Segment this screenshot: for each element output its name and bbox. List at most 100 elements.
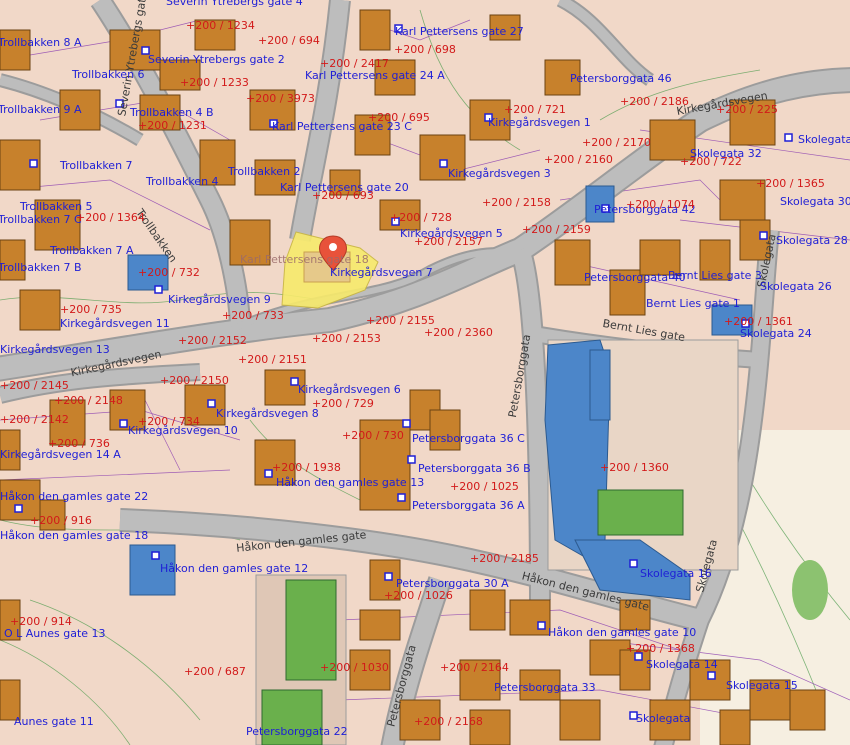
address-label[interactable]: Petersborggata 36 B — [418, 463, 531, 475]
parcel-label: +200 / 1030 — [320, 661, 389, 674]
parcel-label: +200 / 2148 — [54, 394, 123, 407]
address-label[interactable]: Skolegata 16 — [640, 568, 712, 580]
address-label[interactable]: Trollbakken 9 A — [0, 104, 82, 116]
address-label[interactable]: Kirkegårdsvegen 14 A — [0, 449, 121, 461]
address-label[interactable]: Karl Pettersens gate 27 — [395, 26, 524, 38]
address-label[interactable]: Kirkegårdsvegen 3 — [448, 168, 551, 180]
parcel-label: +200 / 722 — [680, 155, 742, 168]
parcel-label: +200 / 730 — [342, 429, 404, 442]
parcel-label: +200 / 2152 — [178, 334, 247, 347]
address-label[interactable]: Trollbakken 8 A — [0, 37, 82, 49]
address-label[interactable]: Petersborggata 36 A — [412, 500, 525, 512]
address-label[interactable]: Håkon den gamles gate 13 — [276, 477, 424, 489]
address-label[interactable]: Trollbakken 2 — [228, 166, 301, 178]
address-label[interactable]: Skolegata 15 — [726, 680, 798, 692]
parcel-label: +200 / 721 — [504, 103, 566, 116]
address-label[interactable]: Håkon den gamles gate 12 — [160, 563, 308, 575]
address-label[interactable]: Bernt Lies gate 1 — [646, 298, 740, 310]
parcel-label: +200 / 3973 — [246, 92, 315, 105]
parcel-label: +200 / 1234 — [186, 19, 255, 32]
parcel-label: +200 / 1026 — [384, 589, 453, 602]
parcel-label: +200 / 733 — [222, 309, 284, 322]
address-label[interactable]: Håkon den gamles gate 22 — [0, 491, 148, 503]
parcel-label: +200 / 695 — [368, 111, 430, 124]
address-label[interactable]: Kirkegårdsvegen 9 — [168, 294, 271, 306]
parcel-label: +200 / 735 — [60, 303, 122, 316]
address-label[interactable]: Skolegata 24 — [740, 328, 812, 340]
address-label[interactable]: Trollbakken 4 — [146, 176, 219, 188]
parcel-label: +200 / 2160 — [544, 153, 613, 166]
address-label[interactable]: Severin Ytrebergs gate 4 — [166, 0, 303, 8]
parcel-label: +200 / 2153 — [312, 332, 381, 345]
address-label[interactable]: Trollbakken 6 — [72, 69, 145, 81]
address-label[interactable]: Petersborggata 22 — [246, 726, 348, 738]
address-label[interactable]: Kirkegårdsvegen 6 — [298, 384, 401, 396]
address-label[interactable]: Kirkegårdsvegen 7 — [330, 267, 433, 279]
parcel-label: +200 / 1938 — [272, 461, 341, 474]
parcel-label: +200 / 916 — [30, 514, 92, 527]
address-label[interactable]: Trollbakken 7 — [60, 160, 133, 172]
parcel-label: +200 / 914 — [10, 615, 72, 628]
parcel-label: +200 / 1365 — [756, 177, 825, 190]
address-label[interactable]: Skolegata 28 — [776, 235, 848, 247]
parcel-label: +200 / 1364 — [76, 211, 145, 224]
address-label[interactable]: Kirkegårdsvegen 8 — [216, 408, 319, 420]
address-label[interactable]: Skolegata — [636, 713, 690, 725]
parcel-label: +200 / 736 — [48, 437, 110, 450]
address-label[interactable]: Trollbakken 7 C — [0, 214, 82, 226]
address-label[interactable]: Håkon den gamles gate 18 — [0, 530, 148, 542]
address-label[interactable]: Trollbakken 7 B — [0, 262, 82, 274]
parcel-label: +200 / 2159 — [522, 223, 591, 236]
parcel-label: +200 / 1233 — [180, 76, 249, 89]
parcel-label: +200 / 1361 — [724, 315, 793, 328]
address-label[interactable]: Håkon den gamles gate 10 — [548, 627, 696, 639]
address-label[interactable]: Bernt Lies gate 3 — [668, 270, 762, 282]
school-field — [597, 489, 684, 536]
parcel-label: +200 / 2185 — [470, 552, 539, 565]
parcel-label: +200 / 2151 — [238, 353, 307, 366]
address-label[interactable]: Karl Pettersens gate 24 A — [305, 70, 445, 82]
parcel-label: +200 / 225 — [716, 103, 778, 116]
parcel-label: +200 / 2170 — [582, 136, 651, 149]
address-label[interactable]: Petersborggata 33 — [494, 682, 596, 694]
address-label[interactable]: Aunes gate 11 — [14, 716, 94, 728]
parcel-label: +200 / 693 — [312, 189, 374, 202]
parcel-label: +200 / 2186 — [620, 95, 689, 108]
parcel-label: +200 / 2164 — [440, 661, 509, 674]
address-label[interactable]: Trollbakken 7 A — [50, 245, 134, 257]
address-label[interactable]: Severin Ytrebergs gate 2 — [148, 54, 285, 66]
address-label[interactable]: Trollbakken 4 B — [130, 107, 214, 119]
map-view[interactable]: Kirkegårdsvegen Kirkegårdsvegen Bernt Li… — [0, 0, 850, 745]
parcel-label: +200 / 732 — [138, 266, 200, 279]
parcel-label: +200 / 2150 — [160, 374, 229, 387]
address-label[interactable]: Petersborggata 46 — [570, 73, 672, 85]
parcel-label: +200 / 687 — [184, 665, 246, 678]
parcel-label: +200 / 2142 — [0, 413, 69, 426]
address-label[interactable]: Skolegata 30 — [780, 196, 850, 208]
address-label[interactable]: Kirkegårdsvegen 1 — [488, 117, 591, 129]
park-area — [792, 560, 828, 620]
parcel-label: +200 / 1360 — [600, 461, 669, 474]
parcel-label: +200 / 694 — [258, 34, 320, 47]
parcel-label: +200 / 1231 — [138, 119, 207, 132]
parcel-label: +200 / 734 — [138, 415, 200, 428]
parcel-label: +200 / 1368 — [626, 642, 695, 655]
parcel-label: +200 / 2145 — [0, 379, 69, 392]
parcel-label: +200 / 1074 — [626, 198, 695, 211]
parcel-label: +200 / 2360 — [424, 326, 493, 339]
address-label[interactable]: Skolegata 29 — [798, 134, 850, 146]
parcel-label: +200 / 698 — [394, 43, 456, 56]
address-label[interactable]: Skolegata 14 — [646, 659, 718, 671]
parcel-label: +200 / 2168 — [414, 715, 483, 728]
parcel-label: +200 / 2158 — [482, 196, 551, 209]
parcel-label: +200 / 729 — [312, 397, 374, 410]
address-label[interactable]: O L Aunes gate 13 — [4, 628, 106, 640]
address-label[interactable]: Kirkegårdsvegen 13 — [0, 344, 110, 356]
address-label[interactable]: Skolegata 26 — [760, 281, 832, 293]
parcel-label: +200 / 1025 — [450, 480, 519, 493]
address-label[interactable]: Petersborggata 36 C — [412, 433, 525, 445]
parcel-label: +200 / 2157 — [414, 235, 483, 248]
address-label[interactable]: Kirkegårdsvegen 11 — [60, 318, 170, 330]
parcel-label: +200 / 2417 — [320, 57, 389, 70]
selected-property-label[interactable]: Karl Pettersens gate 18 — [240, 254, 369, 266]
